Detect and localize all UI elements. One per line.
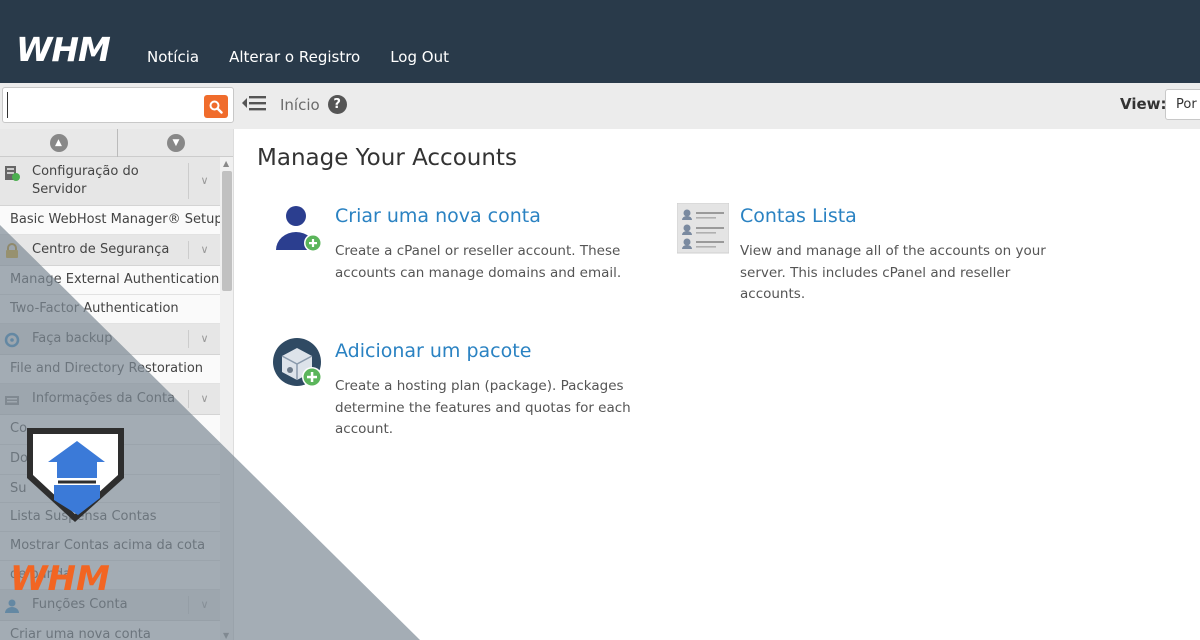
chevron-down-icon[interactable]: ∨	[188, 596, 220, 614]
svg-text:WHM: WHM	[16, 33, 111, 67]
nav-change-log-link[interactable]: Alterar o Registro	[229, 48, 360, 66]
nav-logout-link[interactable]: Log Out	[390, 48, 449, 66]
sidebar-category-account-functions[interactable]: Funções Conta ∨	[0, 590, 220, 621]
add-package-icon[interactable]	[272, 337, 324, 389]
sidebar-category-security[interactable]: Centro de Segurança ∨	[0, 235, 220, 266]
sidebar-category-account-info[interactable]: Informações da Conta ∨	[0, 384, 220, 415]
backup-icon	[4, 332, 20, 348]
scroll-down-icon[interactable]: ▼	[223, 631, 229, 640]
sidebar-item-basic-setup[interactable]: Basic WebHost Manager® Setup	[0, 206, 220, 235]
sidebar-category-label: Configuração do Servidor	[32, 164, 139, 197]
whm-logo[interactable]: WHM	[16, 33, 128, 67]
search-input[interactable]	[7, 92, 197, 118]
card-create-account: Criar uma nova conta Create a cPanel or …	[335, 205, 635, 284]
sidebar-item-two-factor[interactable]: Two-Factor Authentication	[0, 295, 220, 324]
sidebar-item-file-restoration[interactable]: File and Directory Restoration	[0, 355, 220, 384]
sidebar-item-create-account[interactable]: Criar uma nova conta	[0, 621, 220, 640]
sidebar-category-label: Informações da Conta	[32, 391, 176, 406]
user-icon	[5, 599, 19, 613]
account-info-icon	[5, 396, 19, 405]
top-nav-links: Notícia Alterar o Registro Log Out	[147, 48, 449, 66]
chevron-down-icon[interactable]: ∨	[188, 241, 220, 259]
search-button[interactable]	[204, 95, 228, 118]
sidebar-scrollbar[interactable]: ▲ ▼	[220, 157, 233, 640]
sidebar-category-label: Funções Conta	[32, 597, 128, 612]
sidebar-category-label: Faça backup	[32, 331, 113, 346]
lock-icon	[6, 243, 18, 258]
sidebar-item-account-info-2[interactable]: Do ados lista	[0, 445, 220, 475]
sidebar-category-label: Centro de Segurança	[32, 242, 170, 257]
sort-down-button[interactable]: ▼	[118, 129, 233, 157]
chevron-down-icon[interactable]: ∨	[188, 390, 220, 408]
sidebar-item-over-quota[interactable]: Mostrar Contas acima da cota	[0, 532, 220, 561]
scrollbar-thumb[interactable]	[222, 171, 232, 291]
sidebar-item-external-auth[interactable]: Manage External Authentications	[0, 266, 220, 295]
card-description: Create a cPanel or reseller account. The…	[335, 243, 622, 281]
sidebar-item-account-info-3[interactable]: Su	[0, 475, 220, 503]
sidebar-category-server-config[interactable]: Configuração do Servidor ∨	[0, 157, 220, 206]
chevron-down-icon[interactable]: ∨	[188, 163, 220, 199]
sidebar-item-account-info-1[interactable]: Co	[0, 415, 220, 445]
search-icon	[209, 100, 223, 114]
scroll-up-icon[interactable]: ▲	[223, 159, 229, 168]
view-label: View:	[1120, 95, 1167, 113]
help-icon[interactable]: ?	[327, 95, 347, 114]
sidebar-nav: Configuração do Servidor ∨ Basic WebHost…	[0, 157, 220, 640]
server-icon	[5, 166, 20, 181]
breadcrumb: Início ?	[280, 95, 347, 114]
nav-news-link[interactable]: Notícia	[147, 48, 199, 66]
create-account-link[interactable]: Criar uma nova conta	[335, 205, 635, 227]
card-accounts-list: Contas Lista View and manage all of the …	[740, 205, 1050, 306]
sort-up-button[interactable]: ▲	[0, 129, 117, 157]
page-title: Manage Your Accounts	[257, 145, 517, 171]
breadcrumb-home[interactable]: Início	[280, 96, 320, 114]
sidebar-sort-row: ▲ ▼	[0, 129, 233, 157]
chevron-up-icon: ▲	[49, 134, 68, 152]
sub-header-bar	[0, 83, 1200, 129]
view-select[interactable]: Por	[1165, 89, 1200, 120]
chevron-down-icon[interactable]: ∨	[188, 330, 220, 348]
accounts-list-link[interactable]: Contas Lista	[740, 205, 1050, 227]
card-add-package: Adicionar um pacote Create a hosting pla…	[335, 340, 635, 441]
sidebar: ▲ ▼ Configuração do Servidor ∨ Basic Web…	[0, 129, 234, 640]
sidebar-search	[2, 87, 234, 123]
card-description: View and manage all of the accounts on y…	[740, 243, 1046, 302]
sidebar-item-suspended-list[interactable]: Lista Suspensa Contas	[0, 503, 220, 532]
create-account-icon[interactable]	[270, 202, 322, 254]
card-description: Create a hosting plan (package). Package…	[335, 378, 631, 437]
chevron-down-icon: ▼	[167, 134, 185, 152]
sidebar-item-bandwidth[interactable]: de banda	[0, 561, 220, 590]
sidebar-category-backup[interactable]: Faça backup ∨	[0, 324, 220, 355]
add-package-link[interactable]: Adicionar um pacote	[335, 340, 635, 362]
top-navbar: WHM Notícia Alterar o Registro Log Out	[0, 0, 1200, 83]
collapse-sidebar-icon[interactable]	[241, 94, 267, 112]
accounts-list-icon[interactable]	[677, 203, 729, 255]
